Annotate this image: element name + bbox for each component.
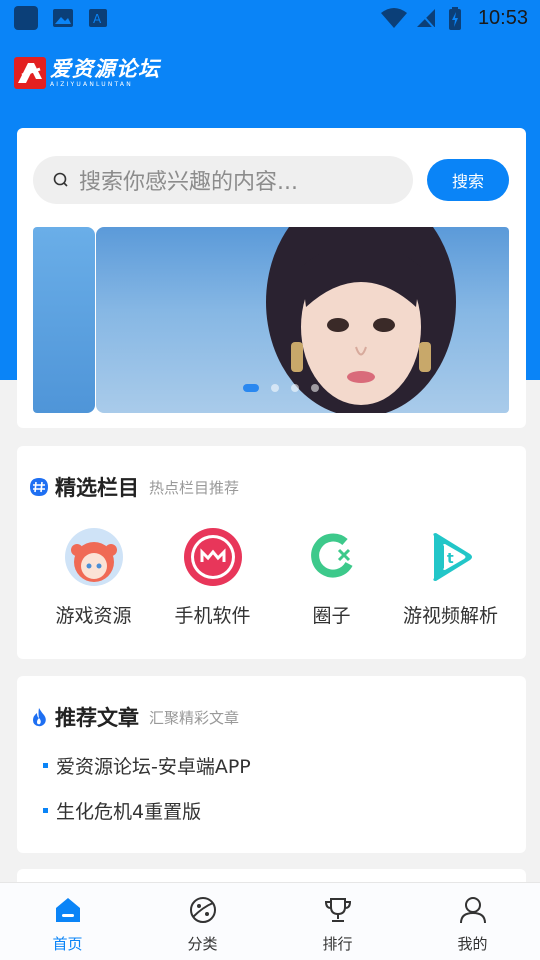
category-label: 游戏资源 [55, 605, 132, 627]
anime-avatar-icon [64, 528, 123, 586]
trophy-icon [324, 898, 351, 922]
app-logo: 爱资源论坛 AIZIYUANLUNTAN [14, 57, 160, 93]
category-video-parsing[interactable]: t 游视频解析 [391, 528, 510, 628]
home-icon [55, 898, 80, 922]
category-game-resources[interactable]: 游戏资源 [34, 528, 153, 628]
banner-carousel[interactable] [33, 227, 509, 413]
planet-icon [189, 897, 216, 923]
search-input[interactable]: 搜索你感兴趣的内容... [33, 156, 413, 204]
article-title: 爱资源论坛-安卓端APP [56, 756, 251, 778]
flame-icon [33, 708, 46, 727]
logo-mark-icon [14, 57, 46, 89]
video-play-icon: t [422, 528, 480, 586]
category-circles[interactable]: 圈子 [272, 528, 391, 628]
circle-logo-icon [303, 528, 361, 586]
featured-header: 精选栏目 热点栏目推荐 [29, 472, 239, 502]
category-mobile-software[interactable]: 手机软件 [153, 528, 272, 628]
status-bar: A 10:53 [0, 0, 540, 36]
app-logo-icon [183, 528, 242, 586]
articles-subtitle: 汇聚精彩文章 [149, 708, 240, 727]
search-button[interactable]: 搜索 [427, 159, 509, 201]
nav-ranking[interactable]: 排行 [270, 883, 405, 960]
featured-title: 精选栏目 [55, 476, 139, 500]
articles-header: 推荐文章 汇聚精彩文章 [29, 702, 239, 732]
translate-icon: A [89, 9, 107, 27]
svg-text:A: A [93, 12, 102, 26]
article-title: 生化危机4重置版 [56, 801, 202, 823]
nav-profile[interactable]: 我的 [405, 883, 540, 960]
search-icon [53, 172, 68, 187]
logo-subtitle: AIZIYUANLUNTAN [50, 81, 133, 88]
app-notification-icon [14, 6, 38, 30]
category-label: 圈子 [312, 605, 351, 627]
featured-section: 精选栏目 热点栏目推荐 游戏资源 手机软件 圈子 t 游视频解析 [17, 446, 526, 659]
articles-section: 推荐文章 汇聚精彩文章 爱资源论坛-安卓端APP 生化危机4重置版 [17, 676, 526, 853]
logo-title: 爱资源论坛 [50, 57, 160, 81]
nav-label: 我的 [457, 935, 488, 953]
category-label: 手机软件 [174, 605, 251, 627]
no-signal-icon [417, 9, 435, 29]
wifi-icon [381, 8, 407, 28]
nav-label: 排行 [322, 935, 353, 953]
banner-dot[interactable] [311, 384, 319, 392]
banner-pagination [243, 384, 331, 392]
battery-icon [449, 7, 461, 30]
search-placeholder: 搜索你感兴趣的内容... [79, 170, 298, 195]
banner-dot[interactable] [291, 384, 299, 392]
image-icon [53, 9, 73, 27]
bullet-icon [43, 763, 48, 768]
status-time: 10:53 [477, 7, 528, 29]
search-banner-card: 搜索你感兴趣的内容... 搜索 [17, 128, 526, 428]
bullet-icon [43, 808, 48, 813]
nav-categories[interactable]: 分类 [135, 883, 270, 960]
articles-title: 推荐文章 [55, 706, 139, 730]
nav-home[interactable]: 首页 [0, 883, 135, 960]
banner-dot[interactable] [271, 384, 279, 392]
banner-dot-active[interactable] [243, 384, 259, 392]
article-item[interactable]: 生化危机4重置版 [43, 797, 201, 824]
user-icon [459, 897, 486, 924]
featured-subtitle: 热点栏目推荐 [149, 478, 240, 497]
nav-label: 首页 [52, 935, 83, 953]
nav-label: 分类 [187, 935, 218, 953]
article-item[interactable]: 爱资源论坛-安卓端APP [43, 752, 251, 779]
category-label: 游视频解析 [402, 605, 498, 627]
hashtag-icon [30, 478, 48, 496]
svg-text:t: t [447, 551, 454, 567]
banner-prev-slide [33, 227, 95, 413]
bottom-navigation: 首页 分类 排行 我的 [0, 882, 540, 960]
